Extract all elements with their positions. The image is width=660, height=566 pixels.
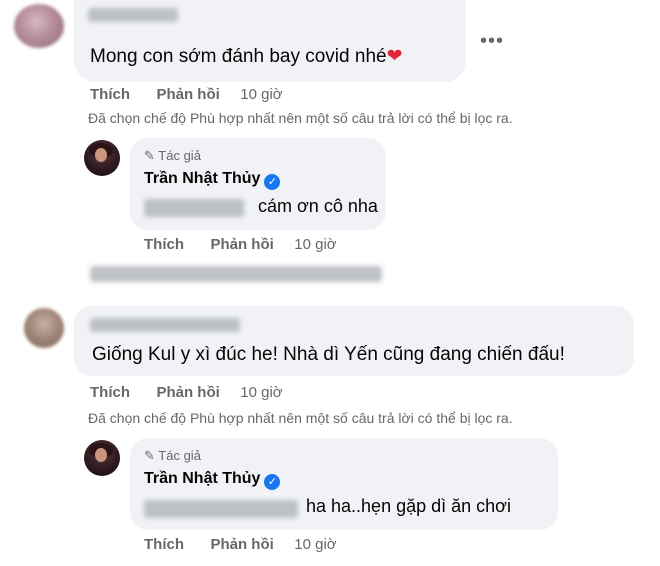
filter-note: Đã chọn chế độ Phù hợp nhất nên một số c…: [88, 110, 513, 126]
author-avatar[interactable]: [84, 440, 120, 476]
commenter-avatar[interactable]: [24, 308, 64, 348]
avatar-face: [95, 148, 107, 162]
verified-badge-icon: ✓: [264, 174, 281, 190]
reply-button[interactable]: Phản hồi: [210, 536, 273, 553]
verified-badge-icon: ✓: [264, 474, 281, 490]
pencil-icon: ✎: [144, 448, 155, 463]
comment-text: Giống Kul y xì đúc he! Nhà dì Yến cũng đ…: [92, 344, 565, 365]
blurred-commenter-name: [88, 8, 178, 22]
heart-emoji: ❤: [386, 46, 403, 67]
like-button[interactable]: Thích: [144, 236, 184, 253]
comment-text: Mong con sớm đánh bay covid nhé❤: [90, 46, 403, 67]
blurred-line: [90, 266, 382, 282]
author-avatar[interactable]: [84, 140, 120, 176]
commenter-avatar[interactable]: [14, 4, 64, 48]
reply-timestamp[interactable]: 10 giờ: [294, 536, 336, 553]
author-badge: ✎ Tác giả: [144, 448, 201, 463]
reply-button[interactable]: Phản hồi: [156, 86, 219, 103]
avatar-face: [95, 448, 107, 462]
author-name[interactable]: Trần Nhật Thủy ✓: [144, 170, 281, 190]
comment-bubble: Giống Kul y xì đúc he! Nhà dì Yến cũng đ…: [74, 306, 634, 376]
reply-timestamp[interactable]: 10 giờ: [294, 236, 336, 253]
reply-bubble: ✎ Tác giả Trần Nhật Thủy ✓ ha ha..hẹn gặp…: [130, 438, 558, 530]
reply-actions: Thích Phản hồi 10 giờ: [144, 236, 337, 254]
like-button[interactable]: Thích: [144, 536, 184, 553]
like-button[interactable]: Thích: [90, 384, 130, 401]
author-name[interactable]: Trần Nhật Thủy ✓: [144, 470, 281, 490]
blurred-mention: [144, 500, 298, 518]
comment-actions: Thích Phản hồi 10 giờ: [90, 384, 283, 402]
reply-bubble: ✎ Tác giả Trần Nhật Thủy ✓ cám ơn cô nha: [130, 138, 386, 230]
comment-bubble: Mong con sớm đánh bay covid nhé❤: [74, 0, 466, 82]
reply-actions: Thích Phản hồi 10 giờ: [144, 536, 337, 554]
comment-timestamp[interactable]: 10 giờ: [240, 384, 282, 401]
author-badge: ✎ Tác giả: [144, 148, 201, 163]
filter-note: Đã chọn chế độ Phù hợp nhất nên một số c…: [88, 410, 513, 426]
comment-timestamp[interactable]: 10 giờ: [240, 86, 282, 103]
like-button[interactable]: Thích: [90, 86, 130, 103]
blurred-mention: [144, 199, 244, 217]
more-options-icon[interactable]: •••: [480, 30, 504, 53]
comment-actions: Thích Phản hồi 10 giờ: [90, 86, 283, 104]
reply-text: cám ơn cô nha: [258, 196, 378, 216]
reply-button[interactable]: Phản hồi: [156, 384, 219, 401]
pencil-icon: ✎: [144, 148, 155, 163]
reply-text: ha ha..hẹn gặp dì ăn chơi: [306, 496, 511, 516]
blurred-commenter-name: [90, 318, 240, 332]
reply-button[interactable]: Phản hồi: [210, 236, 273, 253]
